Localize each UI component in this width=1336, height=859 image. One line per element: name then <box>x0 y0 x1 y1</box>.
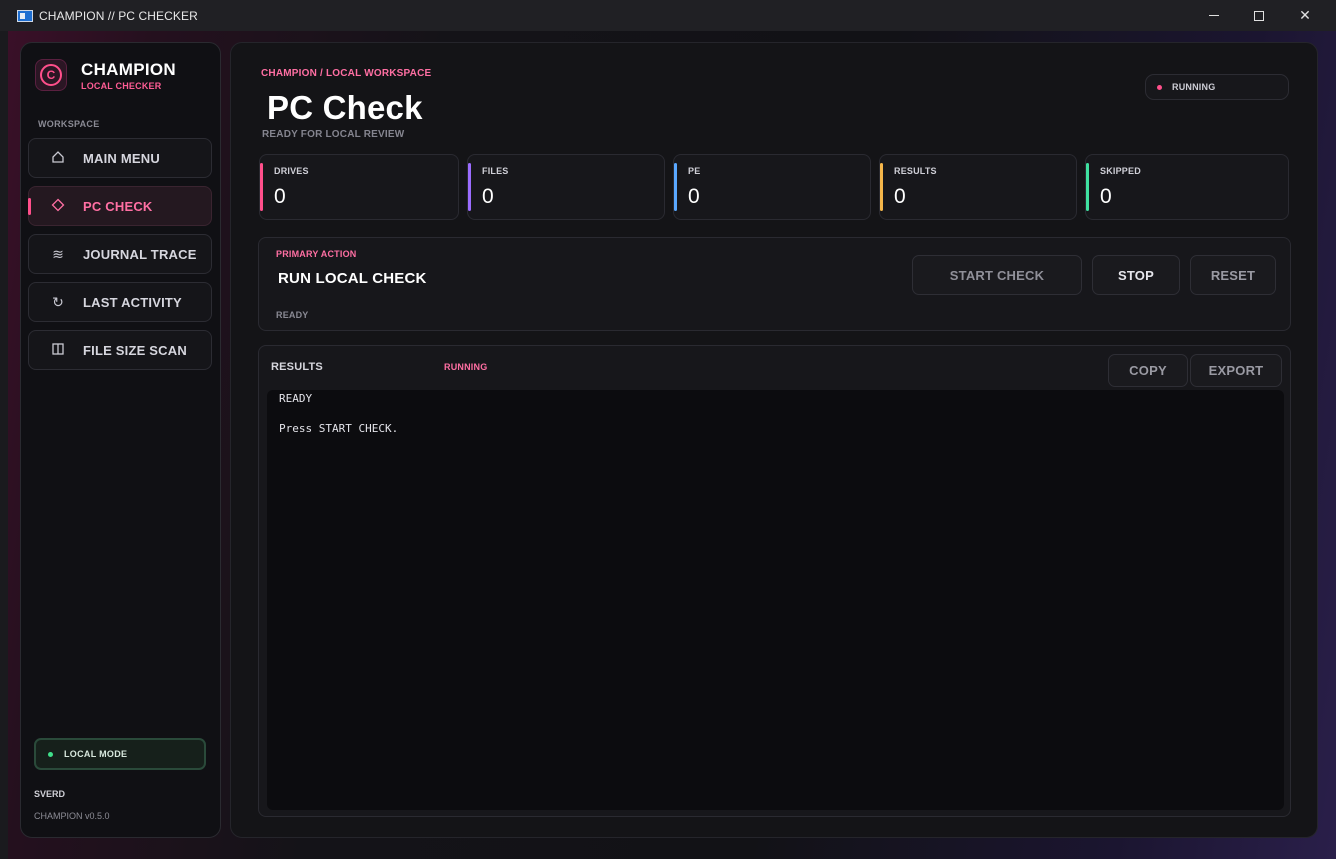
reset-button[interactable]: RESET <box>1190 255 1276 295</box>
results-status: RUNNING <box>444 362 488 372</box>
stat-label: RESULTS <box>894 166 937 176</box>
sidebar-item-label: FILE SIZE SCAN <box>83 342 187 358</box>
page-subtitle: READY FOR LOCAL REVIEW <box>262 129 405 140</box>
export-button[interactable]: EXPORT <box>1190 354 1282 387</box>
brand-title: CHAMPION <box>81 59 176 79</box>
stat-card-files: FILES 0 <box>467 154 665 220</box>
breadcrumb: CHAMPION / LOCAL WORKSPACE <box>261 68 432 79</box>
stat-value: 0 <box>1100 185 1112 208</box>
page-title: PC Check <box>267 89 423 126</box>
app-icon <box>17 9 33 22</box>
stat-card-pe: PE 0 <box>673 154 871 220</box>
close-button[interactable]: ✕ <box>1282 0 1328 31</box>
status-label: RUNNING <box>1172 82 1216 92</box>
stat-value: 0 <box>894 185 906 208</box>
sidebar-item-label: PC CHECK <box>83 198 153 214</box>
sidebar-item-main-menu[interactable]: MAIN MENU <box>28 138 212 178</box>
results-console[interactable]: READY Press START CHECK. <box>267 390 1284 810</box>
stat-accent-bar <box>1086 163 1089 211</box>
minimize-icon <box>1209 15 1219 16</box>
results-card: RESULTS RUNNING COPY EXPORT READY Press … <box>258 345 1291 817</box>
version-label: CHAMPION v0.5.0 <box>34 811 110 821</box>
stat-card-drives: DRIVES 0 <box>259 154 459 220</box>
status-dot-icon <box>48 751 53 757</box>
stat-accent-bar <box>260 163 263 211</box>
results-title: RESULTS <box>271 361 323 373</box>
columns-icon <box>49 342 67 359</box>
main-panel: CHAMPION / LOCAL WORKSPACE PC Check READ… <box>230 42 1318 838</box>
console-line: READY <box>279 392 313 405</box>
status-dot-icon <box>1157 84 1162 90</box>
brand-logo: C <box>35 59 67 91</box>
sidebar: C CHAMPION LOCAL CHECKER WORKSPACE MAIN … <box>20 42 221 838</box>
stop-button[interactable]: STOP <box>1092 255 1180 295</box>
primary-action-card: PRIMARY ACTION RUN LOCAL CHECK READY STA… <box>258 237 1291 331</box>
stat-accent-bar <box>880 163 883 211</box>
stat-label: SKIPPED <box>1100 166 1141 176</box>
stat-accent-bar <box>468 163 471 211</box>
local-mode-badge: LOCAL MODE <box>34 738 206 770</box>
stat-value: 0 <box>482 185 494 208</box>
title-bar: CHAMPION // PC CHECKER ✕ <box>0 0 1336 31</box>
action-title: RUN LOCAL CHECK <box>278 270 427 287</box>
workspace-section-label: WORKSPACE <box>38 119 100 129</box>
stat-value: 0 <box>688 185 700 208</box>
maximize-button[interactable] <box>1236 0 1282 31</box>
sidebar-item-label: MAIN MENU <box>83 150 160 166</box>
diamond-icon <box>49 198 67 215</box>
sidebar-item-journal-trace[interactable]: ≋ JOURNAL TRACE <box>28 234 212 274</box>
wave-icon: ≋ <box>52 245 64 262</box>
brand-subtitle: LOCAL CHECKER <box>81 80 162 91</box>
sidebar-item-label: JOURNAL TRACE <box>83 246 197 262</box>
stat-label: PE <box>688 166 701 176</box>
brand: C CHAMPION LOCAL CHECKER <box>35 59 176 91</box>
stat-card-skipped: SKIPPED 0 <box>1085 154 1289 220</box>
minimize-button[interactable] <box>1191 0 1237 31</box>
user-name: SVERD <box>34 789 66 799</box>
window-title: CHAMPION // PC CHECKER <box>39 8 198 23</box>
stat-label: FILES <box>482 166 509 176</box>
action-kicker: PRIMARY ACTION <box>276 249 357 259</box>
logo-icon: C <box>40 64 62 86</box>
local-mode-label: LOCAL MODE <box>64 749 128 759</box>
stat-card-results: RESULTS 0 <box>879 154 1077 220</box>
copy-button[interactable]: COPY <box>1108 354 1188 387</box>
stat-accent-bar <box>674 163 677 211</box>
status-badge: RUNNING <box>1145 74 1289 100</box>
start-check-button[interactable]: START CHECK <box>912 255 1082 295</box>
console-line: Press START CHECK. <box>279 422 399 435</box>
stat-value: 0 <box>274 185 286 208</box>
close-icon: ✕ <box>1299 7 1311 23</box>
sidebar-item-pc-check[interactable]: PC CHECK <box>28 186 212 226</box>
sidebar-item-last-activity[interactable]: ↻ LAST ACTIVITY <box>28 282 212 322</box>
refresh-icon: ↻ <box>52 293 64 310</box>
home-icon <box>49 150 67 167</box>
stat-label: DRIVES <box>274 166 309 176</box>
sidebar-item-label: LAST ACTIVITY <box>83 294 182 310</box>
action-status: READY <box>276 310 309 320</box>
sidebar-item-file-size-scan[interactable]: FILE SIZE SCAN <box>28 330 212 370</box>
maximize-icon <box>1254 10 1264 21</box>
